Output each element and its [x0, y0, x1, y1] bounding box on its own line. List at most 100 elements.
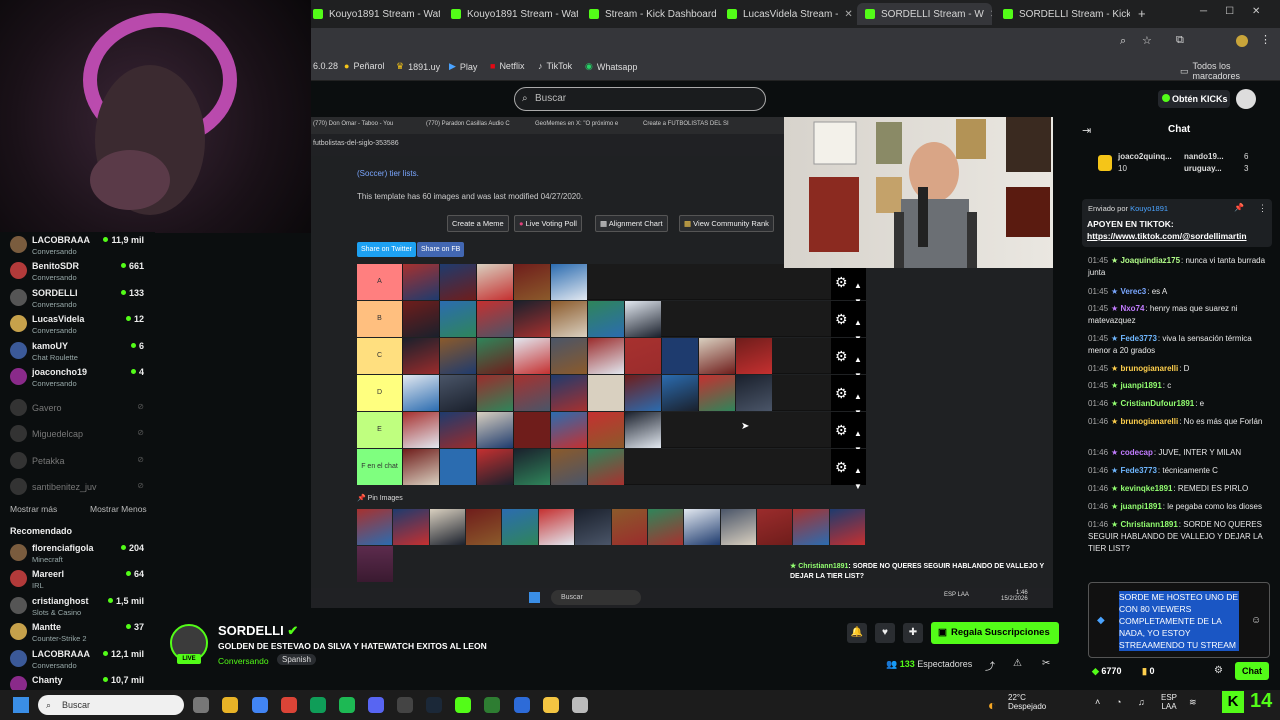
browser-tab[interactable]: LucasVidela Stream - ✕ [719, 3, 854, 25]
obs-icon[interactable] [397, 697, 413, 713]
chat-username[interactable]: juanpi1891 [1120, 502, 1161, 511]
pin-icon[interactable]: 📌 [1234, 203, 1244, 212]
bookmark[interactable]: ● Peñarol [344, 61, 384, 71]
app-icon[interactable] [514, 697, 530, 713]
search-input[interactable]: ⌕ Buscar [514, 87, 766, 111]
chat-username[interactable]: Fede3773 [1120, 466, 1156, 475]
window-controls[interactable]: ─☐✕ [1200, 6, 1278, 17]
stream-category[interactable]: Conversando [218, 656, 269, 666]
network-icon[interactable]: ◔ [1116, 697, 1121, 707]
settings-icon[interactable]: ⚙ [1214, 665, 1223, 676]
chat-input[interactable]: SORDE ME HOSTEO UNO DE CON 80 VIEWERS CO… [1088, 582, 1270, 658]
more-icon[interactable]: ⋮ [1258, 203, 1267, 214]
wifi-icon[interactable]: ≋ [1189, 697, 1197, 708]
pinned-link[interactable]: https://www.tiktok.com/@sordellimartin [1087, 231, 1247, 241]
chat-username[interactable]: Christiann1891 [1120, 520, 1177, 529]
task-view-icon[interactable] [193, 697, 209, 713]
menu-icon[interactable]: ⋮ [1260, 33, 1271, 46]
close-icon[interactable]: ✕ [990, 9, 992, 20]
chat-username[interactable]: Fede3773 [1120, 334, 1156, 343]
show-less-button[interactable]: Mostrar Menos [90, 504, 147, 514]
channel-points[interactable]: ▮ 0 [1142, 666, 1154, 677]
chat-username[interactable]: CristianDufour1891 [1120, 399, 1194, 408]
extensions-icon[interactable]: ⧉ [1176, 34, 1184, 47]
bookmark[interactable]: ▶ Play [449, 61, 477, 72]
sidebar-channel[interactable]: florenciafigola Minecraft 204 [10, 541, 150, 567]
weather[interactable]: 22°C Despejado [1008, 693, 1046, 711]
folder-icon[interactable] [543, 697, 559, 713]
chat-username[interactable]: Joaquindiaz175 [1120, 256, 1180, 265]
get-kicks-button[interactable]: Obtén KICKs [1158, 90, 1230, 108]
browser-tab[interactable]: Stream - Kick Dashboard✕ [581, 3, 716, 25]
sidebar-channel[interactable]: Miguedelcap ⊘ [10, 422, 150, 448]
discord-icon[interactable] [368, 697, 384, 713]
browser-tab-active[interactable]: SORDELLI Stream - W✕ [857, 3, 992, 25]
kicks-balance[interactable]: ◆ 6770 [1092, 666, 1121, 677]
user-avatar[interactable] [1236, 89, 1256, 109]
collapse-chat-icon[interactable]: ⇥ [1082, 124, 1091, 137]
star-icon[interactable]: ☆ [1142, 34, 1152, 47]
chat-username[interactable]: kevinqke1891 [1120, 484, 1172, 493]
sidebar-channel[interactable]: LucasVidela Conversando 12 [10, 312, 150, 338]
send-chat-button[interactable]: Chat [1235, 662, 1269, 680]
chat-username[interactable]: codecap [1120, 448, 1152, 457]
bookmark[interactable]: ■ Netflix [490, 61, 524, 71]
bookmark[interactable]: ♪ TikTok [538, 61, 572, 71]
sparkle-icon[interactable]: ✚ [903, 623, 923, 643]
chat-username[interactable]: brunogianarelli [1120, 364, 1178, 373]
sidebar-channel[interactable]: kamoUY Chat Roulette 6 [10, 339, 150, 365]
streamer-name[interactable]: SORDELLI ✔ [218, 623, 298, 639]
browser-tab[interactable]: SORDELLI Stream - Kick D✕ [995, 3, 1130, 25]
sidebar-channel[interactable]: Gavero ⊘ [10, 396, 150, 422]
steam-icon[interactable] [426, 697, 442, 713]
zoom-icon[interactable]: ⌕ [1120, 35, 1126, 48]
close-icon[interactable]: ✕ [844, 9, 852, 20]
chat-username[interactable]: brunogianarelli [1120, 417, 1178, 426]
heart-icon[interactable]: ♥ [875, 623, 895, 643]
chat-username[interactable]: juanpi1891 [1120, 381, 1161, 390]
sidebar-channel[interactable]: Mantte Counter-Strike 2 37 [10, 620, 150, 646]
share-icon[interactable]: ⤴ [985, 658, 995, 673]
sidebar-channel[interactable]: BenitoSDR Conversando 661 [10, 259, 150, 285]
bell-icon[interactable]: 🔔 [847, 623, 867, 643]
sidebar-channel[interactable]: Mareerl IRL 64 [10, 567, 150, 593]
report-icon[interactable]: ⚠ [1013, 658, 1022, 669]
sidebar-channel[interactable]: joaconcho19 Conversando 4 [10, 365, 150, 391]
bookmark[interactable]: 6.0.28 [313, 61, 338, 71]
sidebar-channel[interactable]: LACOBRAAA Conversando 11,9 mil [10, 233, 150, 259]
sidebar-channel[interactable]: cristianghost Slots & Casino 1,5 mil [10, 594, 150, 620]
bookmark[interactable]: ♛ 1891.uy [396, 61, 440, 72]
chat-username[interactable]: Verec3 [1120, 287, 1146, 296]
player-image [551, 338, 587, 374]
mic-icon[interactable]: ♫ [1138, 697, 1145, 707]
taskbar-search[interactable]: ⌕ Buscar [38, 695, 184, 715]
spotify-icon[interactable] [339, 697, 355, 713]
chrome-icon[interactable] [222, 697, 238, 713]
chat-username[interactable]: Nxo74 [1120, 304, 1144, 313]
profile-avatar[interactable] [1236, 35, 1248, 47]
bookmark[interactable]: ◉ Whatsapp [585, 61, 637, 72]
browser-tab[interactable]: Kouyo1891 Stream - Watc✕ [305, 3, 440, 25]
sidebar-channel[interactable]: LACOBRAAA Conversando 12,1 mil [10, 647, 150, 673]
new-tab-icon[interactable]: + [1138, 6, 1146, 21]
gift-subs-button[interactable]: ▣ Regala Suscripciones [931, 622, 1059, 644]
sidebar-channel[interactable]: SORDELLI Conversando 133 [10, 286, 150, 312]
all-bookmarks[interactable]: ▭ Todos los marcadores [1180, 61, 1280, 81]
emoji-icon[interactable]: ☺ [1251, 615, 1261, 626]
language-tag[interactable]: Spanish [277, 654, 316, 665]
kick-icon[interactable] [455, 697, 471, 713]
sidebar-channel[interactable]: Petakka ⊘ [10, 449, 150, 475]
show-more-button[interactable]: Mostrar más [10, 504, 57, 514]
tray-arrow-icon[interactable]: ˄ [1095, 697, 1100, 707]
app-icon[interactable] [484, 697, 500, 713]
clip-icon[interactable]: ✂ [1042, 658, 1050, 669]
windows-start-icon[interactable] [13, 697, 29, 713]
channel-avatar [10, 544, 27, 561]
chrome-icon[interactable] [281, 697, 297, 713]
app-icon[interactable] [572, 697, 588, 713]
sidebar-channel[interactable]: santibenitez_juv ⊘ [10, 475, 150, 501]
browser-tab[interactable]: Kouyo1891 Stream - Watc✕ [443, 3, 578, 25]
language-indicator[interactable]: ESP LAA [1161, 693, 1177, 711]
chrome-icon[interactable] [252, 697, 268, 713]
chrome-icon[interactable] [310, 697, 326, 713]
